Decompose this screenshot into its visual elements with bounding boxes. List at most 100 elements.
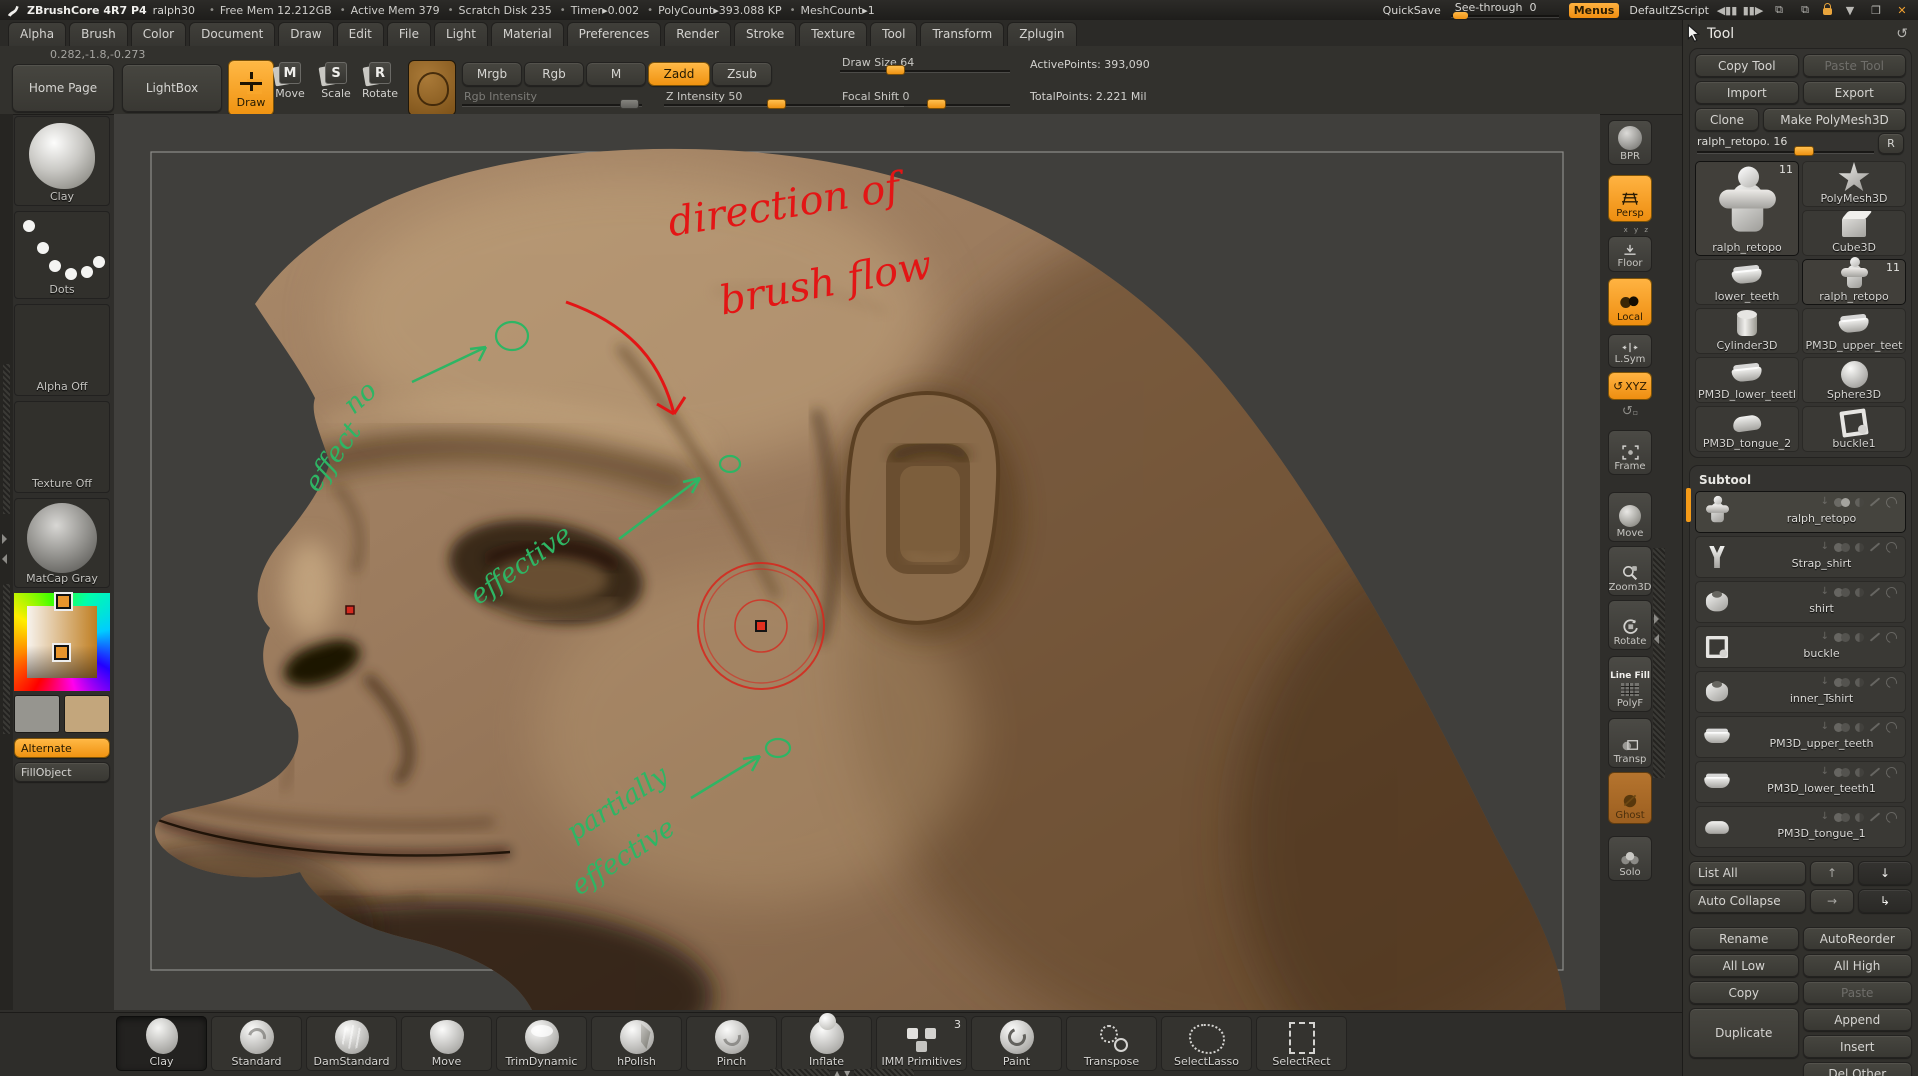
zsub-button[interactable]: Zsub (712, 62, 772, 86)
see-through-slider[interactable]: See-through 0 (1451, 3, 1559, 17)
move-up-button[interactable]: ↑ (1810, 861, 1854, 885)
flatten-icon[interactable]: ↓ (1821, 497, 1829, 507)
brush-alpha-preview[interactable] (408, 60, 456, 116)
shade-icon[interactable] (1855, 723, 1864, 732)
clone-button[interactable]: Clone (1695, 108, 1759, 131)
import-button[interactable]: Import (1695, 81, 1799, 104)
tray-brush[interactable]: SelectLasso (1161, 1016, 1252, 1071)
main-color-swatch[interactable] (14, 695, 60, 733)
menu-item[interactable]: Stroke (734, 22, 796, 46)
rgb-intensity-slider[interactable]: Rgb Intensity (462, 90, 642, 110)
paste-tool-button[interactable]: Paste Tool (1803, 54, 1907, 77)
menu-item[interactable]: Material (491, 22, 564, 46)
stroke-tile[interactable]: Dots (14, 211, 110, 299)
eye-icon[interactable] (1884, 674, 1899, 689)
tray-brush[interactable]: Clay (116, 1016, 207, 1071)
right-divider-rail[interactable] (1653, 548, 1665, 778)
menu-item[interactable]: Texture (799, 22, 867, 46)
tool-grid-item[interactable]: 11 ralph_retopo (1802, 259, 1906, 305)
hue-marker[interactable] (56, 594, 71, 609)
shade-icon[interactable] (1855, 543, 1864, 552)
eye-icon[interactable] (1884, 629, 1899, 644)
tray-brush[interactable]: 3 IMM Primitives (876, 1016, 967, 1071)
floor-axes-label[interactable]: x y z (1614, 226, 1650, 234)
menus-button[interactable]: Menus (1569, 3, 1620, 18)
brush-edit-icon[interactable] (1870, 497, 1880, 506)
brush-edit-icon[interactable] (1870, 587, 1880, 596)
menu-item[interactable]: Draw (278, 22, 333, 46)
lock-icon[interactable] (1823, 8, 1832, 15)
subtool-row[interactable]: ↓ PM3D_lower_teeth1 (1695, 761, 1906, 803)
copy-tool-button[interactable]: Copy Tool (1695, 54, 1799, 77)
visibility-icon[interactable] (1841, 723, 1850, 732)
tray-brush[interactable]: hPolish (591, 1016, 682, 1071)
menu-item[interactable]: Brush (69, 22, 128, 46)
menu-item[interactable]: Transform (920, 22, 1004, 46)
collapse-right-panel-icon[interactable]: ▮▮▶ (1745, 3, 1761, 17)
all-low-button[interactable]: All Low (1689, 954, 1799, 977)
texture-tile[interactable]: Texture Off (14, 401, 110, 493)
transp-button[interactable]: Transp (1608, 718, 1652, 768)
restore-button[interactable]: ❐ (1868, 3, 1884, 17)
viewport[interactable]: direction of brush flow no effect effect… (114, 114, 1600, 1010)
visibility-icon[interactable] (1841, 588, 1850, 597)
move-down-button[interactable]: ↓ (1858, 861, 1912, 885)
eye-icon[interactable] (1884, 764, 1899, 779)
material-tile[interactable]: MatCap Gray (14, 498, 110, 588)
color-picker[interactable] (14, 593, 110, 691)
secondary-color-swatch[interactable] (64, 695, 110, 733)
lightbox-button[interactable]: LightBox (122, 64, 222, 112)
shade-icon[interactable] (1855, 498, 1864, 507)
home-page-button[interactable]: Home Page (12, 64, 114, 112)
rename-button[interactable]: Rename (1689, 927, 1799, 950)
tool-grid-item[interactable]: lower_teeth (1695, 259, 1799, 305)
focal-shift-slider[interactable]: Focal Shift 0 (840, 90, 1010, 110)
move-mode-button[interactable]: M Move (268, 62, 312, 100)
alpha-tile[interactable]: Alpha Off (14, 304, 110, 396)
sv-marker[interactable] (54, 645, 69, 660)
mrgb-button[interactable]: Mrgb (462, 62, 522, 86)
lsym-button[interactable]: L.Sym (1608, 334, 1652, 368)
tool-grid-item[interactable]: Cube3D (1802, 210, 1906, 256)
rotate-nav-button[interactable]: Rotate (1608, 600, 1652, 650)
tray-brush[interactable]: Move (401, 1016, 492, 1071)
flatten-icon[interactable]: ↓ (1821, 632, 1829, 642)
tray-brush[interactable]: TrimDynamic (496, 1016, 587, 1071)
visibility-icon[interactable] (1841, 498, 1850, 507)
menu-item[interactable]: Color (131, 22, 186, 46)
floor-button[interactable]: Floor (1608, 236, 1652, 272)
flatten-icon[interactable]: ↓ (1821, 722, 1829, 732)
insert-button[interactable]: Insert (1803, 1035, 1913, 1058)
menu-item[interactable]: Tool (870, 22, 917, 46)
shade-icon[interactable] (1855, 633, 1864, 642)
menu-item[interactable]: Alpha (8, 22, 66, 46)
rotate-mode-button[interactable]: R Rotate (358, 62, 402, 100)
flatten-icon[interactable]: ↓ (1821, 542, 1829, 552)
shift-in-button[interactable]: ↳ (1858, 889, 1912, 913)
rgb-button[interactable]: Rgb (524, 62, 584, 86)
reset-palette-icon[interactable]: ↺ (1896, 26, 1908, 42)
shade-icon[interactable] (1855, 813, 1864, 822)
flatten-icon[interactable]: ↓ (1821, 677, 1829, 687)
paste-subtool-button[interactable]: Paste (1803, 981, 1913, 1004)
brush-edit-icon[interactable] (1870, 632, 1880, 641)
flatten-icon[interactable]: ↓ (1821, 587, 1829, 597)
duplicate-button[interactable]: Duplicate (1689, 1008, 1799, 1058)
menu-item[interactable]: Document (189, 22, 275, 46)
brush-edit-icon[interactable] (1870, 677, 1880, 686)
all-high-button[interactable]: All High (1803, 954, 1913, 977)
tray-brush[interactable]: Pinch (686, 1016, 777, 1071)
m-button[interactable]: M (586, 62, 646, 86)
polyf-button[interactable]: Line Fill PolyF (1608, 656, 1652, 712)
append-button[interactable]: Append (1803, 1008, 1913, 1031)
draw-size-handle[interactable] (886, 65, 905, 75)
persp-button[interactable]: Persp (1608, 175, 1652, 222)
bpr-button[interactable]: BPR (1608, 120, 1652, 165)
focal-shift-handle[interactable] (927, 99, 946, 109)
brush-edit-icon[interactable] (1870, 812, 1880, 821)
default-zscript-button[interactable]: DefaultZScript (1629, 4, 1709, 17)
eye-icon[interactable] (1884, 584, 1899, 599)
tool-slider-handle[interactable] (1794, 146, 1814, 156)
tray-scrollbar[interactable]: ▲▼ (770, 1069, 914, 1076)
draw-size-slider[interactable]: Draw Size 64 (840, 56, 1010, 76)
